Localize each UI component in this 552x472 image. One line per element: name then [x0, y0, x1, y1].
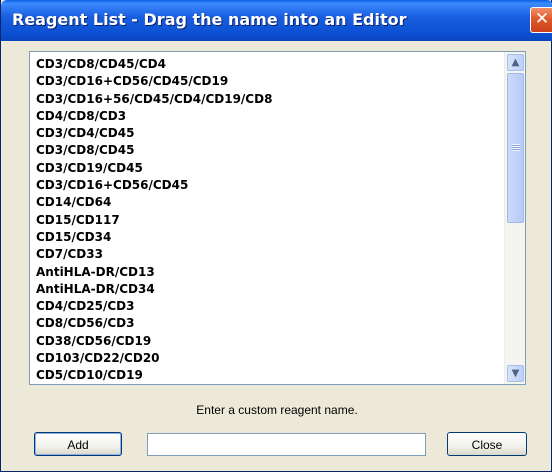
list-item[interactable]: CD4/CD25/CD3	[30, 298, 504, 315]
list-item[interactable]: CD103/CD22/CD20	[30, 350, 504, 367]
reagent-list-dialog: Reagent List - Drag the name into an Edi…	[0, 0, 552, 472]
list-item[interactable]: CD3/CD8/CD45/CD4	[30, 56, 504, 73]
custom-reagent-input[interactable]	[147, 433, 426, 456]
list-item[interactable]: CD3/CD8/CD45	[30, 142, 504, 159]
chevron-down-icon[interactable]: ▼	[507, 365, 524, 382]
list-item[interactable]: CD15/CD34	[30, 229, 504, 246]
chevron-up-icon[interactable]: ▲	[507, 54, 524, 71]
list-item[interactable]: CD3/CD16+CD56/CD45/CD19	[30, 73, 504, 90]
add-button[interactable]: Add	[34, 432, 122, 456]
list-item[interactable]: AntiHLA-DR/CD34	[30, 281, 504, 298]
list-item[interactable]: CD3/CD4/CD45	[30, 125, 504, 142]
scrollbar-thumb[interactable]	[507, 73, 524, 223]
vertical-scrollbar[interactable]: ▲ ▼	[504, 52, 525, 384]
list-item[interactable]: CD15/CD117	[30, 212, 504, 229]
close-window-icon[interactable]: ✕	[530, 7, 552, 33]
list-item[interactable]: CD38/CD56/CD19	[30, 333, 504, 350]
window-title: Reagent List - Drag the name into an Edi…	[12, 10, 407, 29]
list-item[interactable]: CD3/CD16+56/CD45/CD4/CD19/CD8	[30, 91, 504, 108]
list-item[interactable]: CD3/CD19/CD45	[30, 160, 504, 177]
list-item[interactable]: AntiHLA-DR/CD13	[30, 264, 504, 281]
list-item[interactable]: CD14/CD64	[30, 194, 504, 211]
reagent-list-items: CD3/CD8/CD45/CD4 CD3/CD16+CD56/CD45/CD19 C…	[30, 52, 504, 384]
grip-icon	[512, 144, 520, 151]
reagent-listbox[interactable]: CD3/CD8/CD45/CD4 CD3/CD16+CD56/CD45/CD19 C…	[29, 51, 526, 385]
list-item[interactable]: CD4/CD8/CD3	[30, 108, 504, 125]
title-bar[interactable]: Reagent List - Drag the name into an Edi…	[1, 0, 552, 41]
list-item[interactable]: CD3/CD16+CD56/CD45	[30, 177, 504, 194]
custom-reagent-hint: Enter a custom reagent name.	[196, 403, 358, 417]
list-item[interactable]: CD8/CD56/CD3	[30, 315, 504, 332]
list-item[interactable]: CD7/CD33	[30, 246, 504, 263]
close-button[interactable]: Close	[447, 432, 527, 456]
list-item[interactable]: CD5/CD10/CD19	[30, 367, 504, 384]
